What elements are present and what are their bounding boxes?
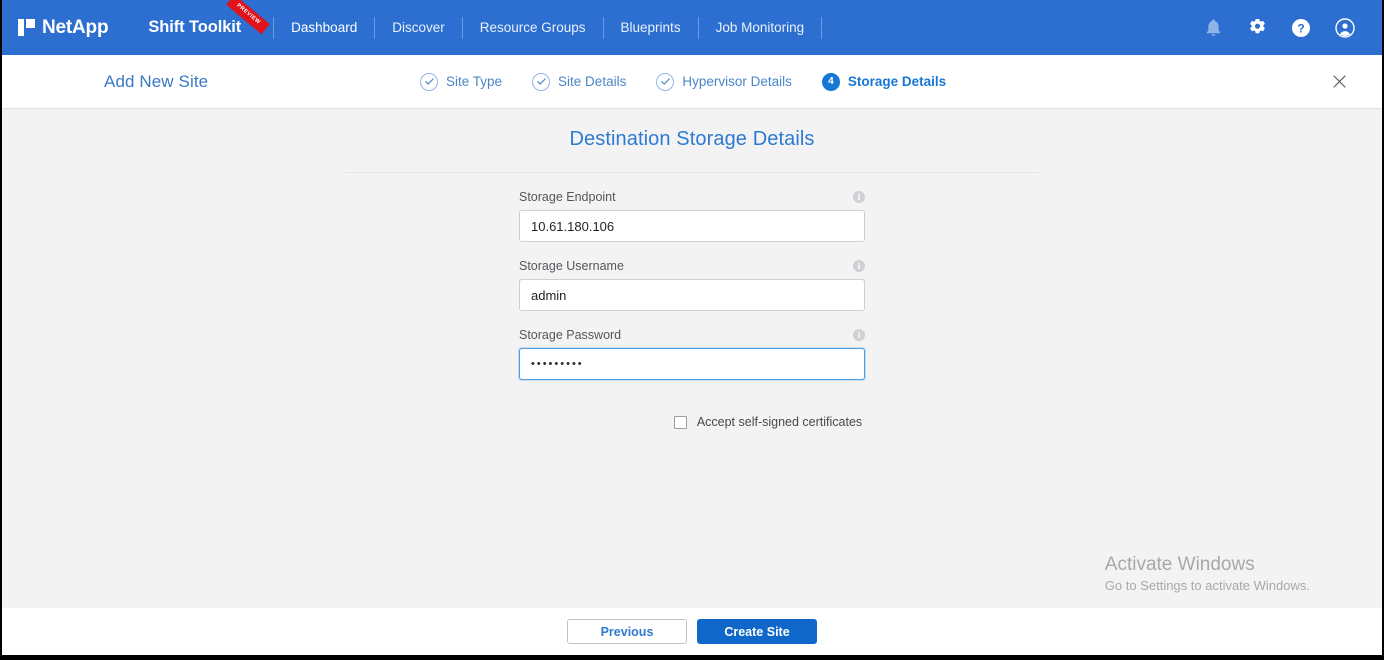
wizard-step-site-type[interactable]: Site Type — [420, 72, 503, 91]
top-bar-icons: ? — [1202, 0, 1356, 55]
page-title: Destination Storage Details — [569, 128, 815, 150]
app-name-block: Shift Toolkit PREVIEW — [148, 0, 270, 37]
check-circle-icon — [420, 72, 438, 91]
accept-self-signed-certificates-row[interactable]: Accept self-signed certificates — [595, 415, 941, 429]
info-icon[interactable]: i — [853, 329, 865, 341]
wizard-steps: Site Type Site Details Hypervisor Detail… — [420, 72, 947, 91]
nav-item-discover[interactable]: Discover — [375, 20, 462, 35]
wizard-step-label: Site Type — [446, 74, 503, 89]
storage-username-input[interactable] — [519, 279, 865, 311]
storage-endpoint-input[interactable] — [519, 210, 865, 242]
info-icon[interactable]: i — [853, 260, 865, 272]
create-site-button[interactable]: Create Site — [697, 619, 817, 644]
watermark-title: Activate Windows — [1104, 554, 1255, 575]
watermark-subtitle: Go to Settings to activate Windows. — [1104, 578, 1310, 593]
app-name-text: Shift Toolkit — [148, 18, 242, 36]
wizard-title: Add New Site — [104, 71, 209, 91]
wizard-step-label: Hypervisor Details — [682, 74, 792, 89]
netapp-brand-logo[interactable]: NetApp — [18, 16, 109, 39]
wizard-step-hypervisor-details[interactable]: Hypervisor Details — [656, 72, 792, 91]
previous-button[interactable]: Previous — [567, 619, 687, 644]
accept-self-signed-certificates-label[interactable]: Accept self-signed certificates — [697, 415, 862, 429]
nav-divider — [821, 16, 823, 39]
nav-item-job-monitoring[interactable]: Job Monitoring — [699, 20, 822, 35]
storage-username-label: Storage Username — [519, 259, 624, 273]
accept-self-signed-certificates-checkbox[interactable] — [673, 415, 687, 429]
wizard-footer: Previous Create Site — [2, 608, 1382, 655]
app-window: NetApp Shift Toolkit PREVIEW Dashboard D… — [0, 0, 1384, 660]
wizard-step-storage-details[interactable]: 4 Storage Details — [821, 72, 947, 91]
top-navigation-bar: NetApp Shift Toolkit PREVIEW Dashboard D… — [2, 0, 1382, 55]
svg-text:?: ? — [1297, 21, 1304, 35]
title-divider — [345, 172, 1039, 173]
field-storage-endpoint: Storage Endpoint i — [519, 190, 865, 242]
wizard-header: Add New Site Site Type Site Details Hype… — [2, 55, 1382, 109]
field-storage-password: Storage Password i — [519, 328, 865, 380]
help-question-icon[interactable]: ? — [1290, 17, 1312, 39]
windows-activation-watermark: Activate Windows Go to Settings to activ… — [1105, 552, 1310, 595]
nav-item-resource-groups[interactable]: Resource Groups — [463, 20, 603, 35]
field-label-row: Storage Password i — [519, 328, 865, 342]
info-icon[interactable]: i — [853, 191, 865, 203]
netapp-logo-icon — [18, 19, 35, 36]
wizard-step-site-details[interactable]: Site Details — [532, 72, 627, 91]
user-account-icon[interactable] — [1334, 17, 1356, 39]
wizard-content: Destination Storage Details Storage Endp… — [2, 110, 1382, 608]
nav-item-dashboard[interactable]: Dashboard — [274, 20, 374, 35]
step-number-badge: 4 — [821, 72, 840, 91]
netapp-brand-text: NetApp — [42, 16, 109, 38]
storage-details-form: Storage Endpoint i Storage Username i St… — [519, 190, 865, 429]
close-icon[interactable] — [1330, 73, 1348, 91]
wizard-step-label: Storage Details — [847, 74, 947, 89]
check-circle-icon — [656, 72, 675, 91]
storage-password-input[interactable] — [519, 348, 865, 380]
nav-item-blueprints[interactable]: Blueprints — [604, 20, 698, 35]
nav-links: Dashboard Discover Resource Groups Bluep… — [274, 0, 823, 55]
notifications-bell-icon[interactable] — [1202, 17, 1224, 39]
storage-password-label: Storage Password — [519, 328, 622, 342]
field-label-row: Storage Endpoint i — [519, 190, 865, 204]
storage-endpoint-label: Storage Endpoint — [519, 190, 616, 204]
check-circle-icon — [532, 72, 551, 91]
wizard-step-label: Site Details — [558, 74, 627, 89]
field-label-row: Storage Username i — [519, 259, 865, 273]
settings-gear-icon[interactable] — [1246, 17, 1268, 39]
field-storage-username: Storage Username i — [519, 259, 865, 311]
